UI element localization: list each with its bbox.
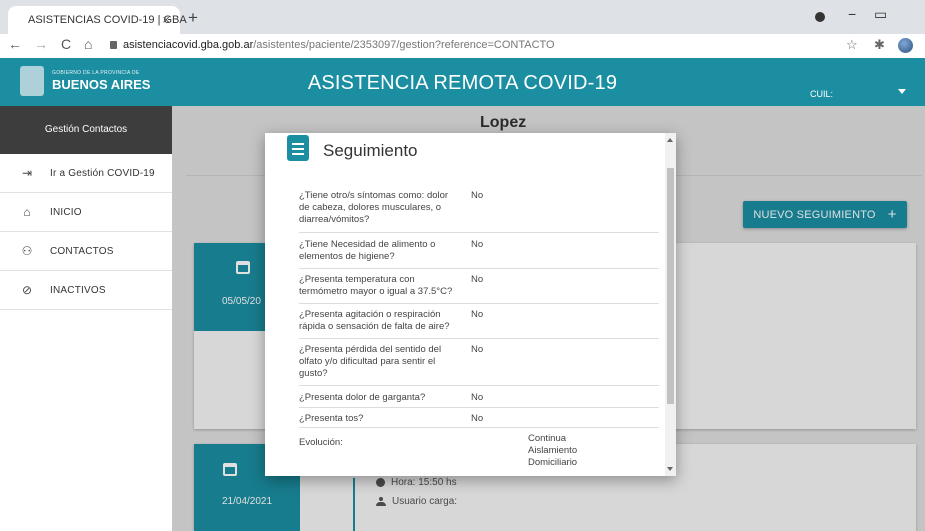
url-field[interactable]: asistenciacovid.gba.gob.ar/asistentes/pa… <box>110 39 555 51</box>
scroll-up-icon[interactable] <box>667 138 673 142</box>
answer-text: No <box>471 344 484 355</box>
question-text: ¿Presenta agitación o respiración rápida… <box>299 309 450 332</box>
block-icon: ⊘ <box>21 283 33 297</box>
question-text: ¿Tiene Necesidad de alimento o elementos… <box>299 239 436 262</box>
extensions-icon[interactable]: ✱ <box>874 37 885 53</box>
question-row: ¿Tiene otro/s síntomas como: dolor de ca… <box>299 190 659 233</box>
answer-text: No <box>471 309 484 320</box>
app-header: GOBIERNO DE LA PROVINCIA DE BUENOS AIRES… <box>0 58 925 106</box>
home-icon[interactable]: ⌂ <box>84 36 92 52</box>
tab-close-icon[interactable]: × <box>162 12 170 27</box>
assignment-icon <box>287 135 309 161</box>
url-path: /asistentes/paciente/2353097/gestion?ref… <box>253 39 555 51</box>
app-title: ASISTENCIA REMOTA COVID-19 <box>307 72 618 94</box>
sidebar-header: Gestión Contactos <box>0 106 172 154</box>
evolucion-value: Continua Aislamiento Domiciliario <box>528 433 578 468</box>
answer-text: No <box>471 239 484 250</box>
question-row: ¿Presenta pérdida del sentido del olfato… <box>299 344 659 386</box>
user-menu-caret-icon[interactable] <box>898 89 906 94</box>
question-text: ¿Presenta temperatura con termómetro may… <box>299 274 453 297</box>
sidebar-item-label: INICIO <box>50 206 82 218</box>
sidebar: Gestión Contactos ⇥ Ir a Gestión COVID-1… <box>0 106 172 531</box>
sidebar-item-label: INACTIVOS <box>50 284 106 296</box>
answer-text: No <box>471 413 484 424</box>
profile-avatar[interactable] <box>898 38 913 53</box>
question-text: ¿Tiene otro/s síntomas como: dolor de ca… <box>299 190 449 225</box>
sidebar-item-label: Ir a Gestión COVID-19 <box>50 167 155 179</box>
question-row: ¿Presenta dolor de garganta? No <box>299 392 659 408</box>
modal-scrollbar-thumb[interactable] <box>667 168 674 404</box>
question-text: ¿Presenta pérdida del sentido del olfato… <box>299 344 442 379</box>
browser-tab-bar: ASISTENCIAS COVID-19 | GBA × + − ▭ <box>0 0 925 34</box>
address-bar: ← → C ⌂ asistenciacovid.gba.gob.ar/asist… <box>0 34 925 59</box>
scroll-down-icon[interactable] <box>667 467 673 471</box>
record-icon[interactable] <box>815 12 825 22</box>
sidebar-item-contactos[interactable]: ⚇ CONTACTOS <box>0 232 172 271</box>
reload-icon[interactable]: C <box>61 36 71 52</box>
cuil-label: CUIL: <box>810 89 834 99</box>
exit-to-app-icon: ⇥ <box>21 166 33 180</box>
question-row: ¿Presenta agitación o respiración rápida… <box>299 309 659 339</box>
minimize-icon[interactable]: − <box>848 6 856 22</box>
url-host: asistenciacovid.gba.gob.ar <box>123 39 254 51</box>
new-tab-icon[interactable]: + <box>188 8 198 28</box>
back-icon[interactable]: ← <box>8 36 22 52</box>
sidebar-item-inicio[interactable]: ⌂ INICIO <box>0 193 172 232</box>
lock-icon <box>110 41 117 49</box>
answer-text: No <box>471 392 484 403</box>
forward-icon[interactable]: → <box>34 36 48 52</box>
home-icon: ⌂ <box>23 205 31 219</box>
question-row: ¿Presenta tos? No <box>299 413 659 428</box>
restore-icon[interactable]: ▭ <box>874 6 887 23</box>
sidebar-item-label: CONTACTOS <box>50 245 114 257</box>
sidebar-item-inactivos[interactable]: ⊘ INACTIVOS <box>0 271 172 310</box>
browser-tab[interactable]: ASISTENCIAS COVID-19 | GBA × <box>8 6 187 34</box>
people-icon: ⚇ <box>21 244 33 258</box>
question-text: ¿Presenta tos? <box>299 413 364 424</box>
evolucion-label: Evolución: <box>299 437 343 448</box>
bookmark-star-icon[interactable]: ☆ <box>846 37 858 53</box>
seguimiento-modal: Seguimiento ¿Tiene otro/s síntomas como:… <box>265 133 676 476</box>
question-row: ¿Tiene Necesidad de alimento o elementos… <box>299 239 659 269</box>
question-row: ¿Presenta temperatura con termómetro may… <box>299 274 659 304</box>
sidebar-item-gestion-covid[interactable]: ⇥ Ir a Gestión COVID-19 <box>0 154 172 193</box>
answer-text: No <box>471 190 484 201</box>
question-text: ¿Presenta dolor de garganta? <box>299 392 426 403</box>
modal-title: Seguimiento <box>323 141 418 160</box>
answer-text: No <box>471 274 484 285</box>
